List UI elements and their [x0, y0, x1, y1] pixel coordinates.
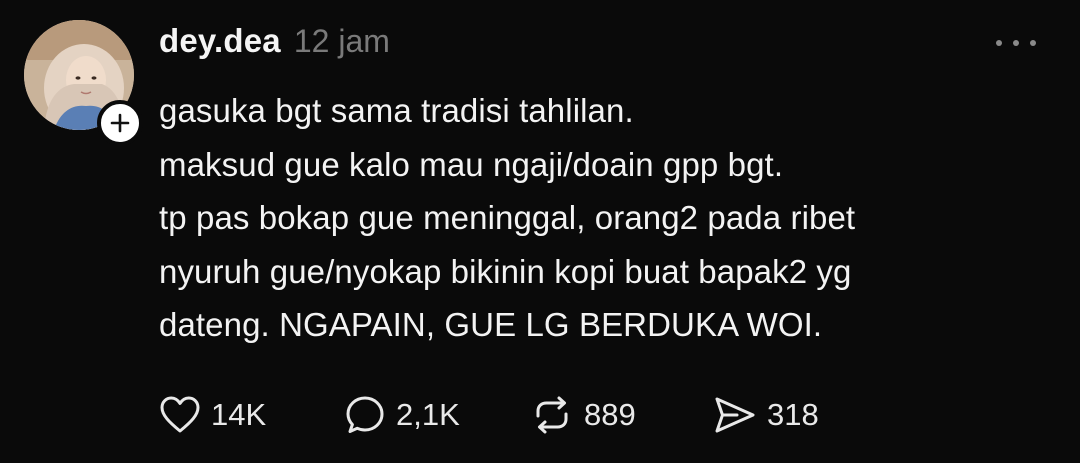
username[interactable]: dey.dea [159, 22, 281, 60]
post-body: gasuka bgt sama tradisi tahlilan. maksud… [159, 84, 1049, 352]
thread-post: dey.dea 12 jam gasuka bgt sama tradisi t… [0, 0, 1080, 463]
share-count: 318 [767, 397, 819, 432]
post-text-line: gasuka bgt sama tradisi tahlilan. [159, 92, 634, 129]
repost-icon [536, 396, 568, 434]
repost-button[interactable]: 889 [530, 394, 713, 436]
avatar-container [24, 20, 143, 146]
post-text-line: maksud gue kalo mau ngaji/doain gpp bgt. [159, 145, 784, 183]
post-text-line: dateng. NGAPAIN, GUE LG BERDUKA WOI. [159, 306, 823, 343]
heart-icon [160, 396, 200, 433]
speech-bubble-icon [346, 396, 384, 433]
reply-count: 2,1K [396, 397, 460, 432]
timestamp[interactable]: 12 jam [294, 23, 390, 60]
share-button[interactable]: 318 [713, 395, 819, 435]
plus-icon [110, 113, 130, 133]
send-icon [715, 397, 755, 433]
like-button[interactable]: 14K [159, 395, 344, 435]
follow-button[interactable] [97, 100, 143, 146]
reply-button[interactable]: 2,1K [344, 394, 530, 436]
post-text-line: tp pas bokap gue meninggal, orang2 pada … [159, 199, 856, 236]
more-options-button[interactable] [996, 30, 1036, 56]
repost-count: 889 [584, 397, 636, 432]
like-count: 14K [211, 397, 267, 432]
action-bar: 14K 2,1K 889 318 [159, 390, 819, 440]
post-header: dey.dea 12 jam [159, 22, 390, 66]
post-text-line: nyuruh gue/nyokap bikinin kopi buat bapa… [159, 252, 852, 290]
more-horizontal-icon [996, 40, 1036, 46]
